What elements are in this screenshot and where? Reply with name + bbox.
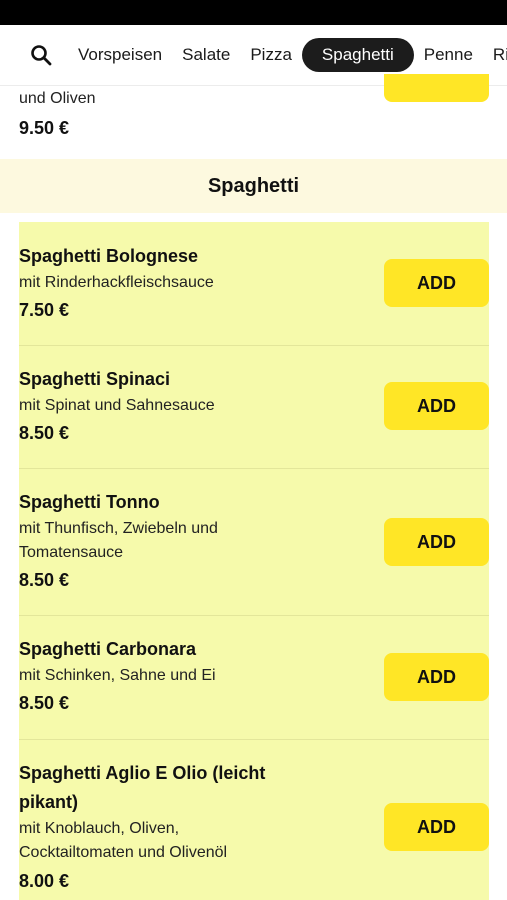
menu-item-list: Spaghetti Bolognese mit Rinderhackfleisc… xyxy=(19,222,489,900)
tab-vorspeisen[interactable]: Vorspeisen xyxy=(68,38,172,72)
menu-item: Spaghetti Spinaci mit Spinat und Sahnesa… xyxy=(19,345,489,469)
item-description: mit Schinken, Sahne und Ei xyxy=(19,667,216,684)
menu-item: Spaghetti Carbonara mit Schinken, Sahne … xyxy=(19,615,489,740)
add-button[interactable]: ADD xyxy=(384,653,489,701)
add-button[interactable] xyxy=(384,74,489,102)
item-name: Spaghetti Carbonara xyxy=(19,639,197,659)
menu-item: Spaghetti Aglio E Olio (leicht pikant) m… xyxy=(19,739,489,900)
status-bar xyxy=(0,0,507,25)
item-price: 7.50 € xyxy=(19,300,70,320)
previous-menu-item: und Oliven 9.50 € xyxy=(19,74,489,146)
item-description: mit Spinat und Sahnesauce xyxy=(19,397,215,414)
add-button[interactable]: ADD xyxy=(384,803,489,851)
menu-item: Spaghetti Bolognese mit Rinderhackfleisc… xyxy=(19,222,489,346)
item-price: 8.50 € xyxy=(19,423,70,443)
tab-spaghetti[interactable]: Spaghetti xyxy=(301,38,414,72)
search-button[interactable] xyxy=(26,40,56,70)
item-price: 9.50 € xyxy=(19,118,70,138)
menu-item: Spaghetti Tonno mit Thunfisch, Zwiebeln … xyxy=(19,468,489,616)
add-button[interactable]: ADD xyxy=(384,382,489,430)
tab-ri[interactable]: Ri xyxy=(483,38,507,72)
search-icon xyxy=(31,45,52,66)
item-name: Spaghetti Tonno xyxy=(19,492,160,512)
item-name: Spaghetti Spinaci xyxy=(19,369,171,389)
tab-penne[interactable]: Penne xyxy=(414,38,483,72)
item-price: 8.50 € xyxy=(19,693,70,713)
item-description: mit Rinderhackfleischsauce xyxy=(19,274,214,291)
item-price: 8.00 € xyxy=(19,871,70,891)
item-description: mit Knoblauch, Oliven, Cocktailtomaten u… xyxy=(19,820,228,861)
item-description: und Oliven xyxy=(19,90,96,107)
add-button[interactable]: ADD xyxy=(384,518,489,566)
section-title: Spaghetti xyxy=(0,159,507,213)
item-name: Spaghetti Aglio E Olio (leicht pikant) xyxy=(19,763,266,812)
item-name: Spaghetti Bolognese xyxy=(19,246,199,266)
item-price: 8.50 € xyxy=(19,570,70,590)
item-description: mit Thunfisch, Zwiebeln und Tomatensauce xyxy=(19,520,218,561)
tab-pizza[interactable]: Pizza xyxy=(240,38,302,72)
tab-salate[interactable]: Salate xyxy=(172,38,240,72)
add-button[interactable]: ADD xyxy=(384,259,489,307)
